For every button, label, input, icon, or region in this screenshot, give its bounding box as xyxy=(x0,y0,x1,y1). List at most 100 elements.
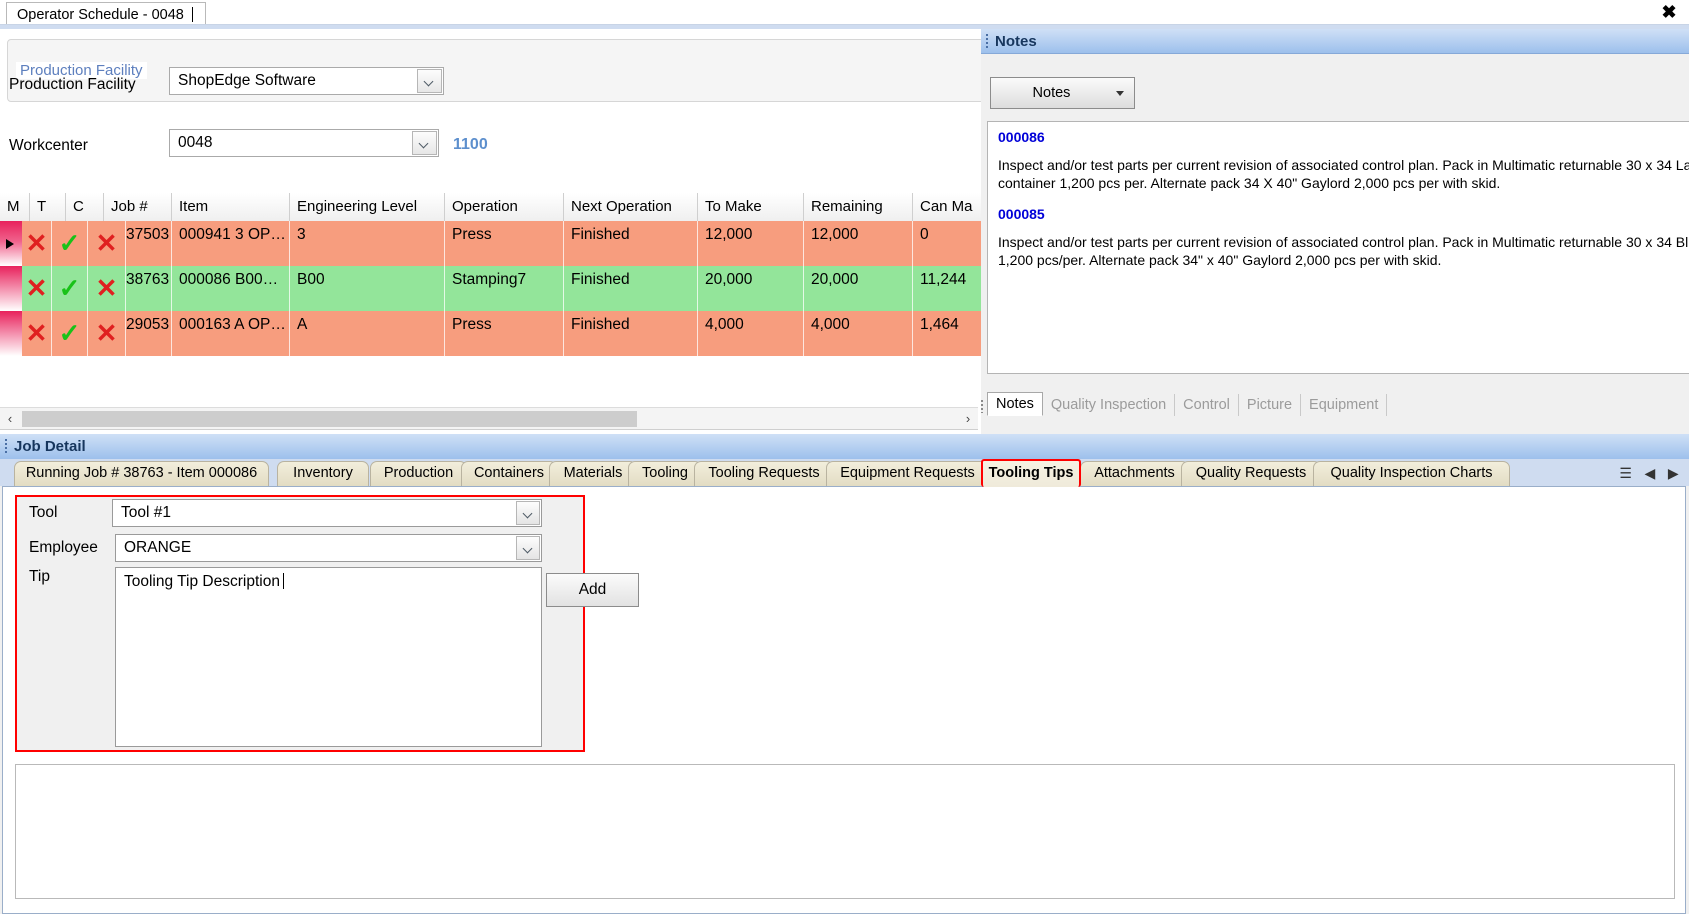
pane-separator xyxy=(0,429,978,430)
column-header-eng[interactable]: Engineering Level xyxy=(290,193,445,221)
column-header-nextop[interactable]: Next Operation xyxy=(564,193,698,221)
column-header-item[interactable]: Item xyxy=(172,193,290,221)
tab-tooling-tips[interactable]: Tooling Tips xyxy=(981,459,1081,487)
chevron-down-icon[interactable] xyxy=(1116,91,1124,96)
close-icon[interactable]: ✖ xyxy=(1657,2,1681,22)
tool-value: Tool #1 xyxy=(121,504,171,521)
notes-tab-notes[interactable]: Notes xyxy=(987,392,1043,416)
grid-horizontal-scrollbar[interactable]: ‹ › xyxy=(0,407,978,430)
notes-content[interactable]: 000086 Inspect and/or test parts per cur… xyxy=(987,121,1689,374)
chevron-down-icon[interactable] xyxy=(516,536,540,560)
table-row[interactable]: ✕ ✓ ✕ 38763 000086 B00… B00 Stamping7 Fi… xyxy=(0,266,1054,311)
tab-next-icon[interactable]: ▶ xyxy=(1668,465,1679,482)
cell-eng-level: A xyxy=(290,311,445,356)
cell-to-make: 20,000 xyxy=(698,266,804,311)
app-root: Operator Schedule - 0048 ✖ Production Fa… xyxy=(0,0,1689,914)
schedule-pane: Production Facility Production Facility … xyxy=(0,29,1054,434)
table-row[interactable]: ✕ ✓ ✕ 29053 000163 A OP… A Press Finishe… xyxy=(0,311,1054,356)
cell-c[interactable]: ✕ xyxy=(88,266,126,311)
notes-tab-quality-inspection[interactable]: Quality Inspection xyxy=(1042,394,1176,416)
employee-label: Employee xyxy=(29,539,98,556)
tab-production[interactable]: Production xyxy=(370,461,467,486)
tab-quality-inspection-charts[interactable]: Quality Inspection Charts xyxy=(1313,461,1510,486)
cell-item: 000163 A OP… xyxy=(172,311,290,356)
tab-tooling-requests[interactable]: Tooling Requests xyxy=(694,461,834,486)
production-facility-group xyxy=(7,39,1048,102)
cell-c[interactable]: ✕ xyxy=(88,221,126,266)
tab-prev-icon[interactable]: ◀ xyxy=(1645,465,1656,482)
notes-panel-header: Notes xyxy=(981,29,1689,54)
cell-eng-level: 3 xyxy=(290,221,445,266)
column-header-remaining[interactable]: Remaining xyxy=(804,193,913,221)
cell-next-operation: Finished xyxy=(564,266,698,311)
production-facility-select[interactable]: ShopEdge Software xyxy=(169,67,444,95)
cell-c[interactable]: ✕ xyxy=(88,311,126,356)
notes-tab-picture[interactable]: Picture xyxy=(1238,394,1302,416)
job-detail-header: Job Detail xyxy=(0,434,1689,460)
tab-equipment-requests[interactable]: Equipment Requests xyxy=(826,461,989,486)
scroll-left-icon[interactable]: ‹ xyxy=(0,408,20,430)
employee-select[interactable]: ORANGE xyxy=(115,534,542,562)
tab-list-icon[interactable]: ☰ xyxy=(1619,465,1632,482)
tabstrip-grip-icon xyxy=(981,400,983,413)
tool-label: Tool xyxy=(29,504,58,521)
cell-t[interactable]: ✓ xyxy=(52,266,88,311)
cell-job: 37503 xyxy=(126,221,172,266)
cell-m[interactable]: ✕ xyxy=(22,221,52,266)
text-caret xyxy=(282,573,284,589)
chevron-down-icon[interactable] xyxy=(516,501,540,525)
cell-t[interactable]: ✓ xyxy=(52,221,88,266)
schedule-grid-header: M T C Job # Item Engineering Level Opera… xyxy=(0,193,1054,222)
tab-attachments[interactable]: Attachments xyxy=(1080,461,1189,486)
column-header-c[interactable]: C xyxy=(66,193,104,221)
cell-m[interactable]: ✕ xyxy=(22,266,52,311)
cell-remaining: 4,000 xyxy=(804,311,913,356)
cell-m[interactable]: ✕ xyxy=(22,311,52,356)
tab-inventory[interactable]: Inventory xyxy=(277,461,369,486)
notes-tab-equipment[interactable]: Equipment xyxy=(1301,394,1388,416)
row-selector[interactable] xyxy=(0,311,22,356)
workcenter-select[interactable]: 0048 xyxy=(169,129,439,157)
job-detail-tabstrip: Running Job # 38763 - Item 000086 Invent… xyxy=(0,459,1689,487)
drag-grip-icon[interactable] xyxy=(5,439,7,454)
tip-textarea[interactable]: Tooling Tip Description xyxy=(115,567,542,747)
window-tab-operator-schedule[interactable]: Operator Schedule - 0048 xyxy=(6,2,206,25)
column-header-tomake[interactable]: To Make xyxy=(698,193,804,221)
notes-pane: Notes Notes 000086 Inspect and/or test p… xyxy=(981,29,1689,434)
scrollbar-thumb[interactable] xyxy=(22,411,637,427)
cell-job: 29053 xyxy=(126,311,172,356)
note-id: 000086 xyxy=(998,129,1045,145)
tab-quality-requests[interactable]: Quality Requests xyxy=(1181,461,1321,486)
scroll-right-icon[interactable]: › xyxy=(958,408,978,430)
cell-to-make: 12,000 xyxy=(698,221,804,266)
production-facility-label: Production Facility xyxy=(9,76,136,93)
chevron-down-icon[interactable] xyxy=(412,131,437,155)
job-detail-pane: Job Detail Running Job # 38763 - Item 00… xyxy=(0,434,1689,914)
table-row[interactable]: ✕ ✓ ✕ 37503 000941 3 OP… 3 Press Finishe… xyxy=(0,221,1054,266)
row-selector[interactable] xyxy=(0,266,22,311)
column-header-job[interactable]: Job # xyxy=(104,193,172,221)
schedule-grid: M T C Job # Item Engineering Level Opera… xyxy=(0,193,1054,407)
note-id: 000085 xyxy=(998,206,1045,222)
add-button[interactable]: Add xyxy=(546,573,639,607)
note-text: Inspect and/or test parts per current re… xyxy=(998,234,1689,268)
cell-operation: Stamping7 xyxy=(445,266,564,311)
cell-t[interactable]: ✓ xyxy=(52,311,88,356)
tool-select[interactable]: Tool #1 xyxy=(112,499,542,527)
text-caret xyxy=(191,7,193,22)
drag-grip-icon[interactable] xyxy=(986,34,988,49)
column-header-op[interactable]: Operation xyxy=(445,193,564,221)
tab-running-job[interactable]: Running Job # 38763 - Item 000086 xyxy=(14,461,269,486)
tab-materials[interactable]: Materials xyxy=(549,461,637,486)
column-header-m[interactable]: M xyxy=(0,193,30,221)
workcenter-value: 0048 xyxy=(178,134,213,151)
row-selector[interactable] xyxy=(0,221,22,266)
column-header-t[interactable]: T xyxy=(30,193,66,221)
workcenter-label: Workcenter xyxy=(9,137,88,154)
chevron-down-icon[interactable] xyxy=(417,69,442,93)
notes-dropdown-button[interactable]: Notes xyxy=(990,77,1135,109)
tab-containers[interactable]: Containers xyxy=(461,461,557,486)
notes-tab-control[interactable]: Control xyxy=(1175,394,1239,416)
tab-tooling[interactable]: Tooling xyxy=(628,461,702,486)
tooling-tips-list-panel[interactable] xyxy=(15,764,1675,899)
